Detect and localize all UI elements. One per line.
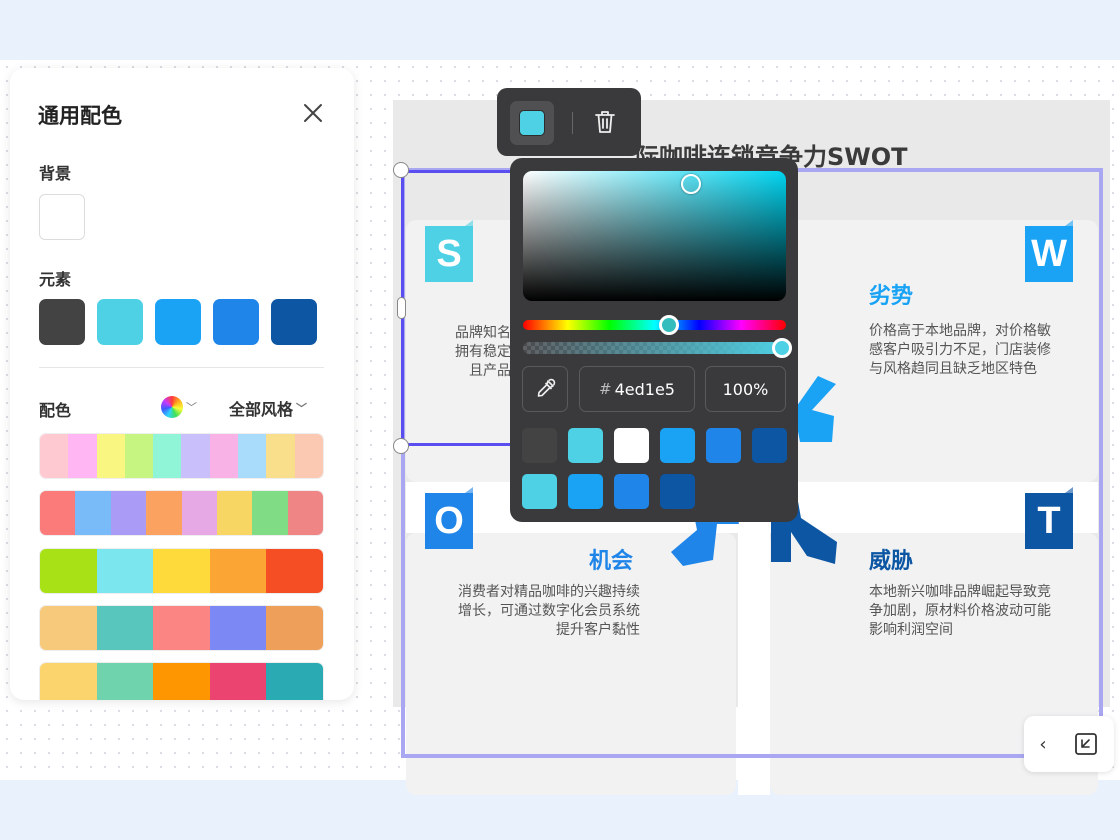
palette-color — [40, 663, 97, 700]
hue-slider[interactable] — [523, 320, 786, 330]
picker-swatch[interactable] — [568, 428, 603, 463]
element-swatch[interactable] — [97, 299, 143, 345]
background-label: 背景 — [39, 164, 72, 183]
panel-divider — [39, 367, 324, 368]
background-swatch[interactable] — [39, 194, 85, 240]
element-swatches — [39, 299, 317, 345]
palette-color — [294, 434, 323, 478]
elements-label: 元素 — [39, 270, 72, 289]
palette-color — [124, 434, 154, 478]
element-toolbar — [497, 88, 641, 156]
element-swatch[interactable] — [213, 299, 259, 345]
opacity-slider[interactable] — [523, 342, 786, 354]
palette-color — [68, 434, 97, 478]
current-color-chip — [519, 110, 545, 136]
style-filter-label: 全部风格 — [229, 400, 294, 419]
palette-color — [238, 434, 267, 478]
palette-color — [146, 491, 182, 535]
picker-swatch-row — [522, 428, 787, 463]
picker-swatch-row — [522, 474, 695, 509]
palette-color — [287, 491, 323, 535]
palette-option[interactable] — [39, 662, 324, 700]
resize-handle-bottom-left[interactable] — [393, 438, 409, 454]
hex-value: 4ed1e5 — [614, 379, 675, 399]
picker-swatch[interactable] — [614, 474, 649, 509]
palette-color — [266, 663, 323, 700]
picker-swatch[interactable] — [614, 428, 649, 463]
palette-color — [266, 606, 323, 650]
palette-color — [110, 491, 147, 535]
element-swatch[interactable] — [155, 299, 201, 345]
color-picker-popover: # 4ed1e5 100% — [510, 158, 798, 522]
palette-label: 配色 — [39, 401, 72, 420]
palette-color — [40, 434, 69, 478]
picker-swatch[interactable] — [752, 428, 787, 463]
resize-handle-left[interactable] — [397, 297, 406, 319]
chevron-down-icon: ﹀ — [186, 401, 197, 414]
palette-color — [40, 549, 97, 593]
fill-color-button[interactable] — [510, 101, 554, 145]
chevron-left-icon[interactable]: ‹ — [1030, 730, 1056, 758]
close-icon[interactable] — [300, 100, 326, 126]
palette-color — [153, 606, 210, 650]
palette-option[interactable] — [39, 490, 324, 536]
picker-swatch[interactable] — [706, 428, 741, 463]
palette-color — [181, 491, 217, 535]
palette-option[interactable] — [39, 433, 324, 479]
opacity-input[interactable]: 100% — [705, 366, 786, 412]
resize-handle-top-left[interactable] — [393, 162, 409, 178]
picker-swatch[interactable] — [568, 474, 603, 509]
toolbar-separator — [572, 112, 573, 134]
hash-symbol: # — [599, 380, 612, 398]
palette-color — [40, 491, 76, 535]
palette-color — [96, 606, 154, 650]
palette-color — [216, 491, 253, 535]
fit-screen-icon[interactable] — [1072, 730, 1100, 758]
palette-color — [266, 434, 295, 478]
palette-color — [252, 491, 288, 535]
palette-color — [153, 434, 182, 478]
palette-color — [96, 434, 125, 478]
saturation-value-handle[interactable] — [681, 174, 701, 194]
color-mode-dropdown[interactable]: ﹀ — [161, 396, 197, 418]
palette-color — [209, 434, 239, 478]
palette-color — [209, 606, 267, 650]
palette-color — [181, 434, 210, 478]
palette-color — [96, 549, 154, 593]
hue-slider-handle[interactable] — [659, 315, 679, 335]
opacity-slider-handle[interactable] — [772, 338, 792, 358]
picker-swatch[interactable] — [522, 474, 557, 509]
picker-swatch[interactable] — [660, 474, 695, 509]
palette-color — [209, 663, 267, 700]
panel-title: 通用配色 — [38, 104, 122, 128]
palette-color — [96, 663, 154, 700]
hex-input[interactable]: # 4ed1e5 — [579, 366, 695, 412]
palette-color — [40, 606, 97, 650]
palette-color — [209, 549, 267, 593]
palette-color — [153, 549, 210, 593]
color-scheme-panel: 通用配色 背景 元素 配色 ﹀ 全部风格 ﹀ — [10, 68, 354, 700]
view-controls: ‹ — [1024, 716, 1114, 772]
trash-icon[interactable] — [591, 108, 619, 136]
palette-color — [75, 491, 111, 535]
palette-color — [266, 549, 323, 593]
style-filter-dropdown[interactable]: 全部风格 ﹀ — [229, 396, 307, 420]
palette-option[interactable] — [39, 548, 324, 594]
eyedropper-icon — [537, 378, 556, 397]
picker-swatch[interactable] — [660, 428, 695, 463]
eyedropper-button[interactable] — [522, 366, 568, 412]
chevron-down-icon: ﹀ — [296, 402, 308, 415]
palette-option[interactable] — [39, 605, 324, 651]
saturation-value-area[interactable] — [523, 171, 786, 301]
palette-color — [153, 663, 210, 700]
rainbow-icon — [161, 396, 183, 418]
picker-swatch[interactable] — [522, 428, 557, 463]
element-swatch[interactable] — [271, 299, 317, 345]
element-swatch[interactable] — [39, 299, 85, 345]
